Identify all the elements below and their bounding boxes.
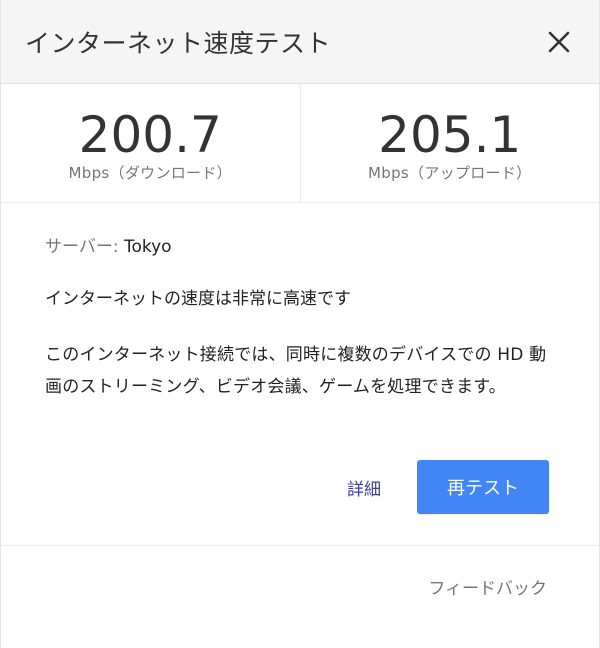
server-value: Tokyo: [123, 237, 172, 257]
header: インターネット速度テスト: [1, 0, 599, 84]
speed-test-card: インターネット速度テスト 200.7 Mbps（ダウンロード） 205.1 Mb…: [0, 0, 600, 648]
speed-description: このインターネット接続では、同時に複数のデバイスでの HD 動画のストリーミング…: [45, 345, 547, 397]
upload-value: 205.1: [378, 105, 522, 164]
server-info: サーバー: Tokyo: [45, 235, 555, 259]
feedback-link[interactable]: フィードバック: [428, 574, 547, 599]
upload-result: 205.1 Mbps（アップロード）: [301, 84, 600, 202]
download-result: 200.7 Mbps（ダウンロード）: [1, 84, 301, 202]
upload-unit: Mbps（アップロード）: [368, 163, 532, 182]
retest-button[interactable]: 再テスト: [417, 460, 549, 514]
results-panel: 200.7 Mbps（ダウンロード） 205.1 Mbps（アップロード）: [1, 84, 599, 203]
details-button[interactable]: 詳細: [347, 475, 381, 500]
close-icon: [548, 31, 570, 52]
action-bar: 詳細 再テスト: [347, 460, 549, 514]
close-button[interactable]: [543, 26, 575, 58]
page-title: インターネット速度テスト: [25, 28, 332, 58]
download-value: 200.7: [78, 105, 222, 164]
download-unit: Mbps（ダウンロード）: [68, 163, 232, 182]
server-label: サーバー:: [45, 237, 124, 257]
speed-status: インターネットの速度は非常に高速です: [45, 289, 351, 309]
